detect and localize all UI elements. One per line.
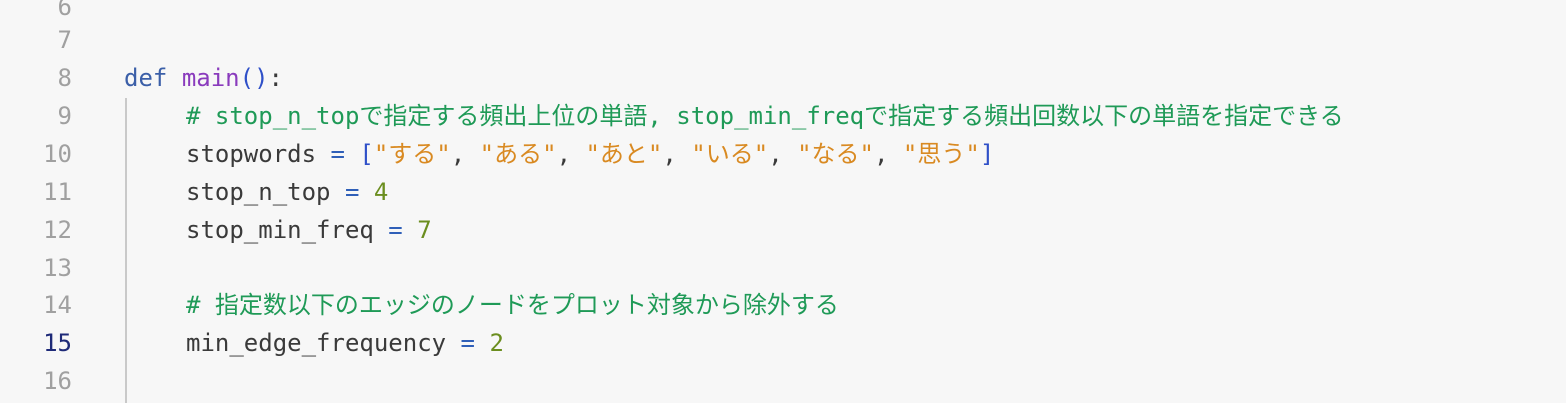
string-literal: "なる" xyxy=(797,140,875,168)
line-number-active: 15 xyxy=(43,329,72,357)
close-bracket: ] xyxy=(979,140,995,168)
string-literal: "思う" xyxy=(902,140,980,168)
code-line-10[interactable]: 10 stopwords = ["する", "ある", "あと", "いる", … xyxy=(0,135,1566,173)
separator: , xyxy=(450,140,480,168)
code-text: min_edge_frequency = 2 xyxy=(186,324,504,362)
colon: : xyxy=(268,64,283,92)
line-number: 16 xyxy=(43,367,72,395)
code-text: stop_n_top = 4 xyxy=(186,173,388,211)
assign-operator: = xyxy=(460,329,475,357)
code-text: stop_min_freq = 7 xyxy=(186,211,432,249)
function-name: main xyxy=(181,64,240,92)
close-paren: ) xyxy=(254,64,269,92)
line-number: 10 xyxy=(43,140,72,168)
variable-name: stop_min_freq xyxy=(186,216,374,244)
line-number: 11 xyxy=(43,178,72,206)
code-line-13[interactable]: 13 xyxy=(0,249,1566,287)
assign-operator: = xyxy=(388,216,403,244)
number-literal: 2 xyxy=(489,329,504,357)
variable-name: min_edge_frequency xyxy=(186,329,447,357)
string-literal: "ある" xyxy=(479,140,557,168)
assign-operator: = xyxy=(330,140,345,168)
separator: , xyxy=(874,140,903,168)
variable-name: stop_n_top xyxy=(186,178,331,206)
code-line-8[interactable]: 8 def main(): xyxy=(0,59,1566,97)
variable-name: stopwords xyxy=(186,140,317,168)
assign-operator: = xyxy=(344,178,360,206)
code-text: stopwords = ["する", "ある", "あと", "いる", "なる… xyxy=(186,135,994,173)
separator: , xyxy=(662,140,692,168)
line-number: 7 xyxy=(57,26,72,54)
code-text: def main(): xyxy=(124,59,283,97)
separator: , xyxy=(768,140,798,168)
code-line-16[interactable]: 16 xyxy=(0,362,1566,400)
code-line-9[interactable]: 9 # stop_n_topで指定する頻出上位の単語, stop_min_fre… xyxy=(0,97,1566,135)
number-literal: 4 xyxy=(373,178,389,206)
line-number: 8 xyxy=(57,64,72,92)
string-literal: "する" xyxy=(373,140,451,168)
comment: # stop_n_topで指定する頻出上位の単語, stop_min_freqで… xyxy=(186,102,1344,130)
open-paren: ( xyxy=(239,64,255,92)
line-number: 14 xyxy=(43,291,72,319)
separator: , xyxy=(556,140,586,168)
line-number: 9 xyxy=(57,102,72,130)
code-line-14[interactable]: 14 # 指定数以下のエッジのノードをプロット対象から除外する xyxy=(0,286,1566,324)
line-number: 13 xyxy=(43,254,72,282)
keyword-def: def xyxy=(124,64,168,92)
line-number: 12 xyxy=(43,216,72,244)
code-editor[interactable]: 6 7 8 def main(): 9 # stop_n_topで指定する頻出上… xyxy=(0,0,1566,403)
string-literal: "あと" xyxy=(585,140,663,168)
code-line-15[interactable]: 15 min_edge_frequency = 2 xyxy=(0,324,1566,362)
code-line-7[interactable]: 7 xyxy=(0,21,1566,59)
code-line-11[interactable]: 11 stop_n_top = 4 xyxy=(0,173,1566,211)
code-line-12[interactable]: 12 stop_min_freq = 7 xyxy=(0,211,1566,249)
string-literal: "いる" xyxy=(691,140,769,168)
comment: # 指定数以下のエッジのノードをプロット対象から除外する xyxy=(186,291,839,319)
number-literal: 7 xyxy=(417,216,432,244)
open-bracket: [ xyxy=(359,140,374,168)
